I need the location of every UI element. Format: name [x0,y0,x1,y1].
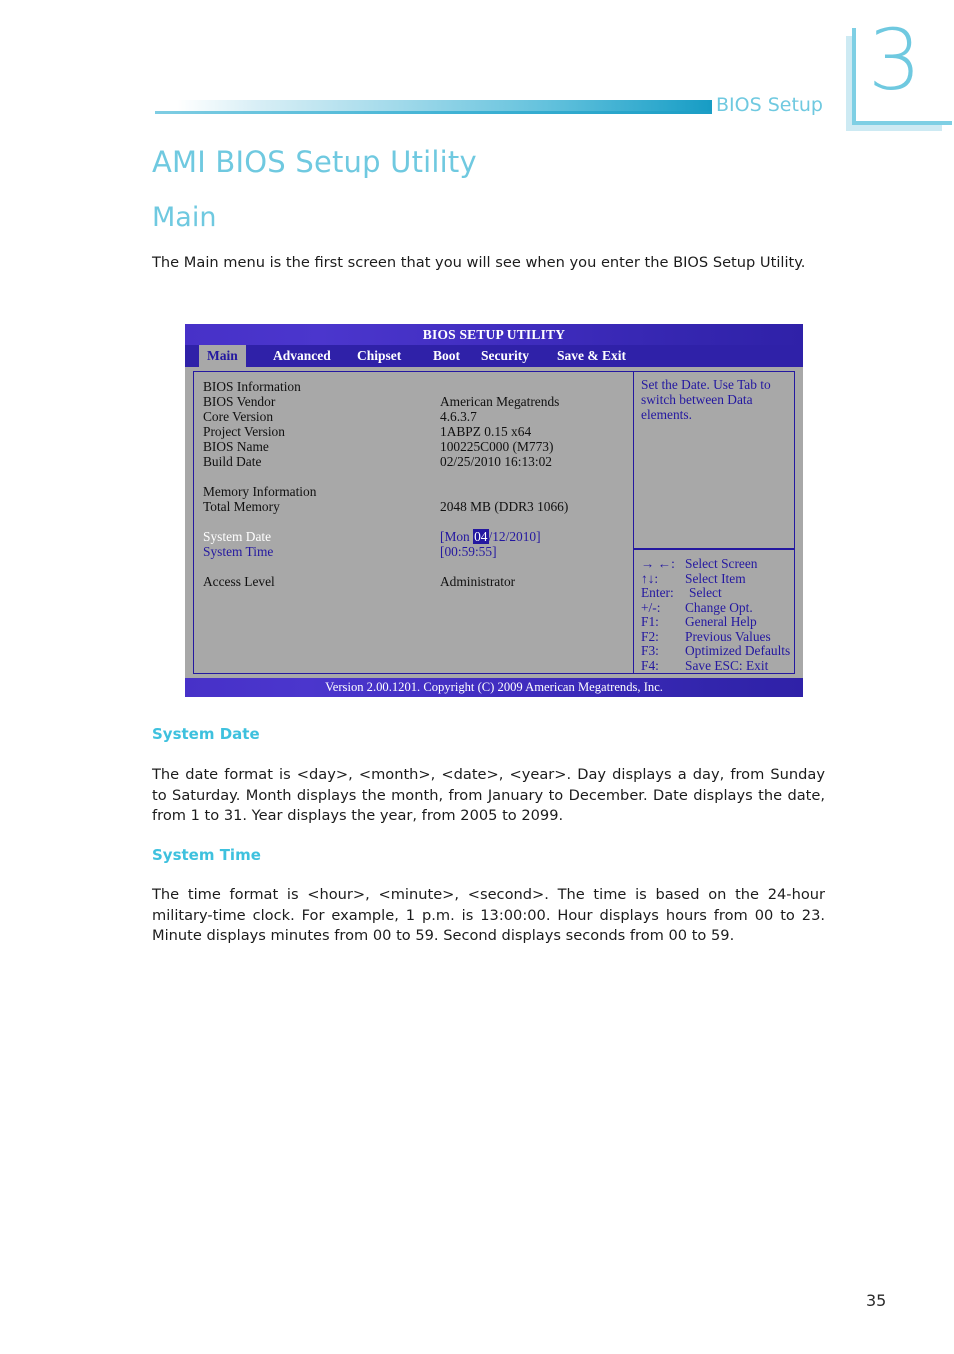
bios-help-pane: Set the Date. Use Tab to switch between … [633,371,795,549]
key-desc: General Help [685,614,757,629]
tab-advanced[interactable]: Advanced [265,345,339,367]
heading-system-date: System Date [152,725,260,743]
chapter-bracket-shadow-horizontal [846,125,942,131]
tab-main[interactable]: Main [199,345,246,367]
key-desc: Optimized Defaults [685,643,791,658]
key-glyph: F3: [641,643,659,658]
row-label: BIOS Name [203,439,269,454]
row-value: American Megatrends [440,394,560,409]
bios-footer-copyright: Version 2.00.1201. Copyright (C) 2009 Am… [185,678,803,697]
key-desc: Change Opt. [685,599,753,615]
row-label: BIOS Information [203,379,301,394]
header-rule-gradient [155,100,712,111]
heading-system-time: System Time [152,846,261,864]
system-date-label: System Date [203,529,272,544]
row-label: Core Version [203,409,274,424]
bios-setup-screen: BIOS SETUP UTILITY Main Advanced Chipset… [185,324,803,697]
system-time-label: System Time [203,544,274,559]
page-number: 35 [866,1291,887,1310]
bios-help-text: Set the Date. Use Tab to switch between … [641,377,771,423]
key-glyph: ↑↓: [641,570,659,586]
row-value: 02/25/2010 16:13:02 [440,454,552,469]
bios-main-pane: BIOS Information BIOS Vendor American Me… [193,371,633,674]
chapter-bracket-vertical [852,28,856,124]
key-desc: Select [689,585,722,600]
row-value: 100225C000 (M773) [440,439,554,454]
section-title: Main [152,202,217,233]
key-glyph: Enter: [641,585,674,600]
row-label: Access Level [203,574,275,589]
row-label: Total Memory [203,499,280,514]
bios-tab-bar: Main Advanced Chipset Boot Security Save… [185,345,803,367]
row-value: 2048 MB (DDR3 1066) [440,499,569,514]
tab-boot[interactable]: Boot [425,345,468,367]
chapter-bracket-horizontal [852,121,952,125]
row-value: 1ABPZ 0.15 x64 [440,424,532,439]
system-date-day-highlight[interactable]: 04 [473,529,489,544]
chapter-number: 3 [868,11,921,109]
bios-key-legend-pane: → ←: Select Screen ↑↓: Select Item Enter… [633,549,795,674]
bios-window-title: BIOS SETUP UTILITY [185,324,803,345]
system-date-value[interactable]: [Mon 04/12/2010] [440,529,541,544]
chapter-marker: 3 [846,18,952,131]
page-title: AMI BIOS Setup Utility [152,145,477,179]
running-head-label: BIOS Setup [716,94,823,116]
key-desc: Select Screen [685,556,758,571]
row-value: 4.6.3.7 [440,409,477,424]
system-time-value[interactable]: [00:59:55] [440,544,497,559]
intro-paragraph: The Main menu is the first screen that y… [152,254,806,271]
row-label: Memory Information [203,484,317,499]
tab-security[interactable]: Security [473,345,537,367]
row-label: Project Version [203,424,285,439]
header-rule [155,100,712,116]
row-label: BIOS Vendor [203,394,276,409]
key-desc: Select Item [685,570,746,586]
header-rule-line [155,111,712,114]
bios-body: BIOS Information BIOS Vendor American Me… [185,367,803,678]
tab-chipset[interactable]: Chipset [349,345,409,367]
paragraph-system-date: The date format is <day>, <month>, <date… [152,766,825,825]
key-desc: Previous Values [685,628,771,644]
row-value: Administrator [440,574,516,589]
row-label: Build Date [203,454,262,469]
paragraph-system-time: The time format is <hour>, <minute>, <se… [152,886,825,945]
system-date-suffix: /12/2010] [488,529,541,544]
key-glyph: F1: [641,614,659,629]
tab-save-exit[interactable]: Save & Exit [549,345,634,367]
key-glyph: F2: [641,628,659,644]
system-date-prefix: [Mon [440,529,474,544]
key-glyph: → ←: [641,556,675,571]
key-glyph: F4: [641,657,659,673]
key-desc: Save ESC: Exit [685,657,769,673]
key-glyph: +/-: [641,599,661,615]
